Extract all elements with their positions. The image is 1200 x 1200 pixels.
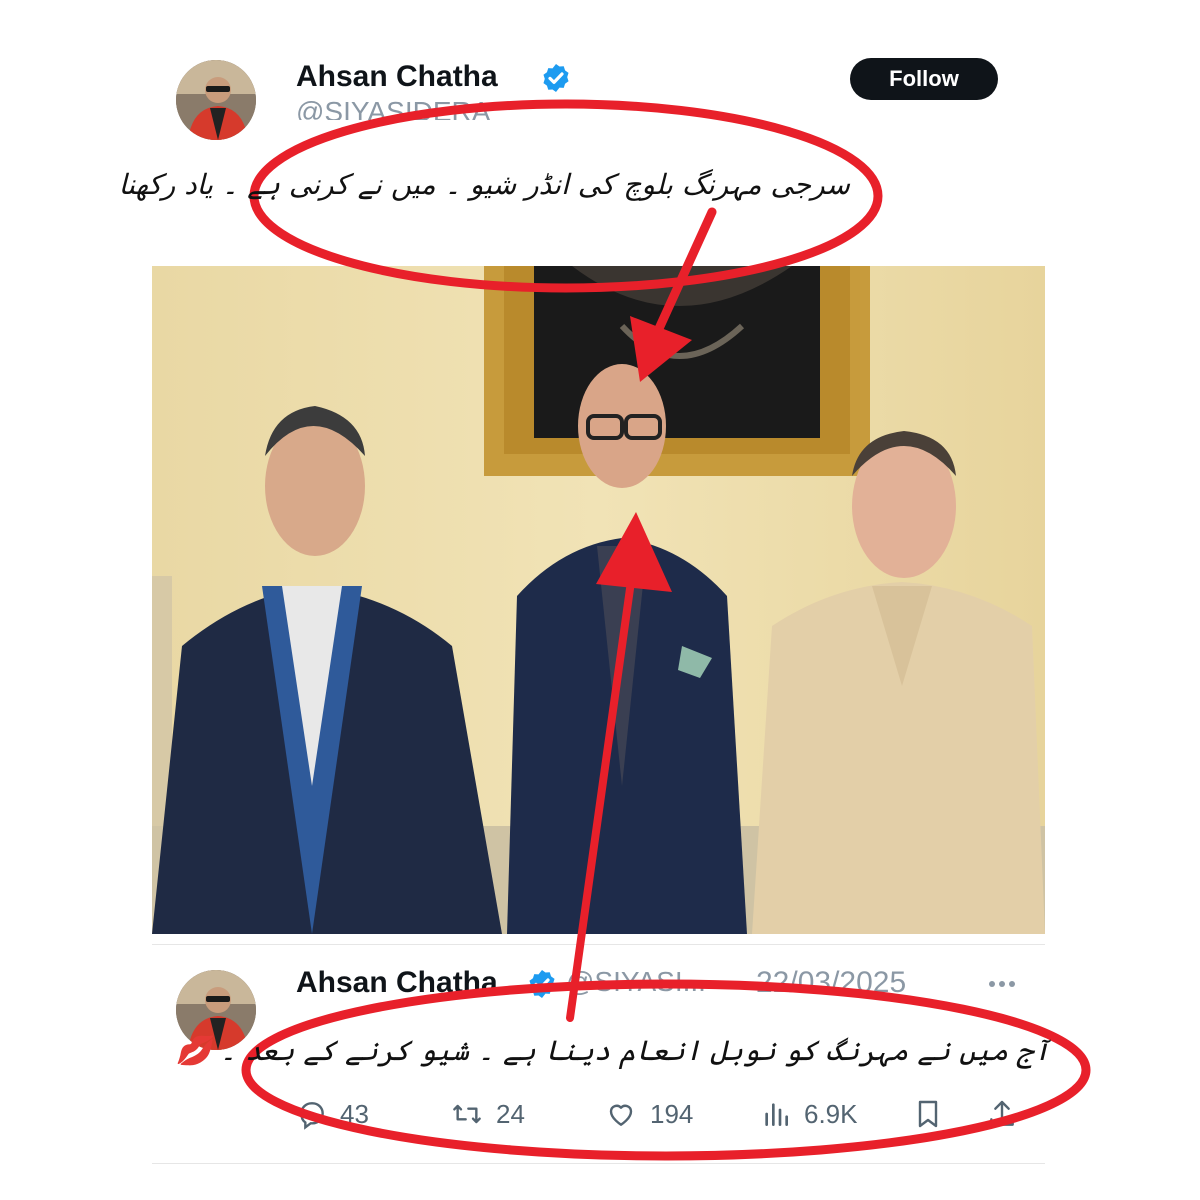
like-button[interactable]: 194 — [604, 1096, 693, 1132]
screenshot-page: Ahsan Chatha @SIYASIDERA Follow Ahsan Ch… — [0, 0, 1200, 1200]
follow-button[interactable]: Follow — [850, 58, 998, 100]
author-avatar[interactable] — [176, 60, 256, 140]
reply-icon — [300, 1102, 324, 1130]
divider — [152, 1163, 1045, 1164]
author-handle[interactable]: @SIYASIDERA — [296, 96, 490, 120]
retweet-button[interactable]: 24 — [450, 1096, 525, 1132]
like-count: 194 — [650, 1098, 694, 1129]
views-button[interactable]: 6.9K — [760, 1096, 858, 1132]
share-button[interactable] — [986, 1096, 1018, 1132]
tweet-caption: سرجی مہرنگ بلوچ کی انڈر شیو ۔ میں نے کرن… — [118, 168, 850, 201]
reply-count: 43 — [340, 1098, 369, 1129]
retweet-icon — [453, 1104, 481, 1124]
view-count: 6.9K — [804, 1098, 858, 1129]
verified-badge-icon — [526, 968, 558, 1000]
verified-badge-icon — [540, 62, 572, 94]
reply-button[interactable]: 43 — [296, 1096, 369, 1132]
share-icon — [990, 1100, 1014, 1126]
retweet-count: 24 — [496, 1098, 525, 1129]
quoted-tweet-text: آج میں نے مہرنگ کو نوبل انعام دینا ہے ۔ … — [176, 1034, 1050, 1067]
heart-icon — [609, 1104, 633, 1126]
divider — [152, 944, 1045, 945]
tweet-photo[interactable] — [152, 266, 1045, 934]
bookmark-button[interactable] — [912, 1096, 944, 1132]
views-icon — [765, 1103, 788, 1126]
quoted-author-handle[interactable]: @SIYASI... — [566, 966, 706, 998]
more-options-icon[interactable] — [984, 972, 1020, 996]
meta-separator: · — [722, 966, 732, 999]
author-name[interactable]: Ahsan Chatha — [296, 60, 498, 94]
tweet-date[interactable]: 22/03/2025 — [756, 966, 906, 1000]
quoted-author-name[interactable]: Ahsan Chatha — [296, 966, 498, 1000]
bookmark-icon — [918, 1100, 938, 1128]
